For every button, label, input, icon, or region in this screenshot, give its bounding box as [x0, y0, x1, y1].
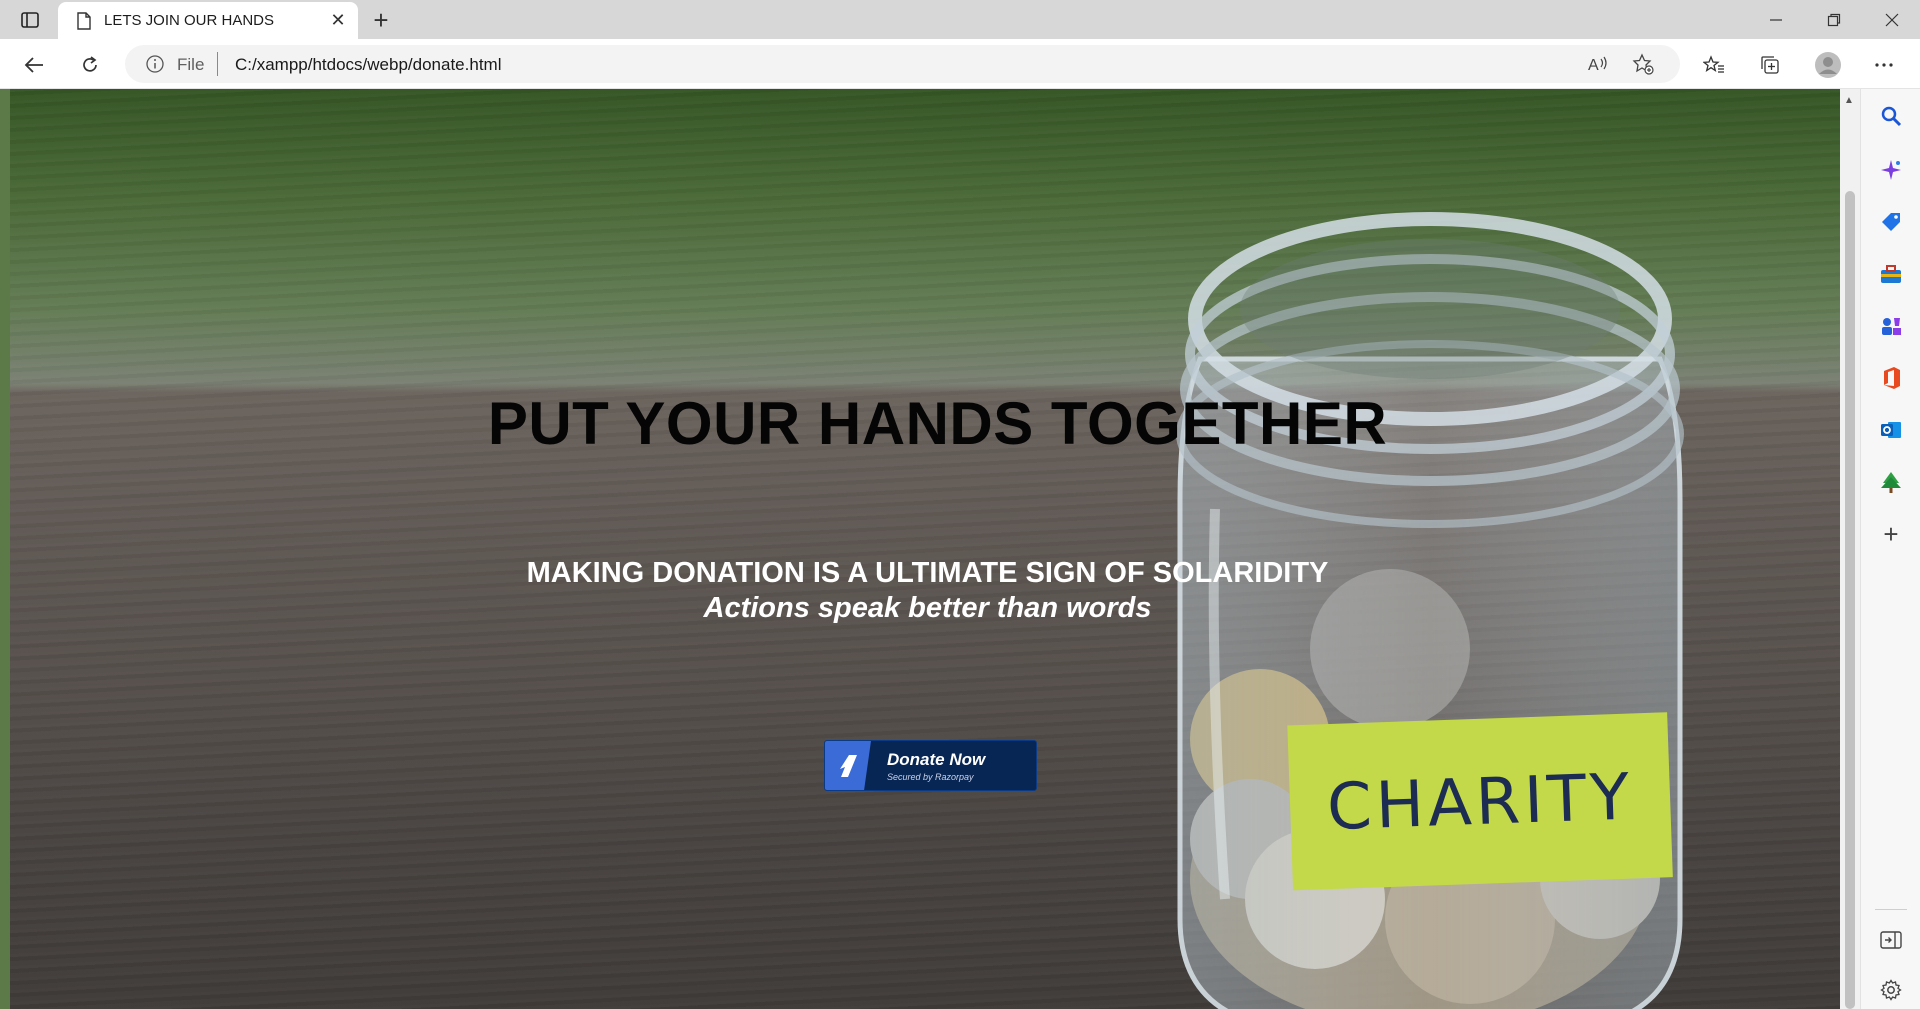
scroll-up-arrow-icon[interactable]: ▲	[1844, 95, 1854, 106]
minimize-icon	[1770, 18, 1782, 21]
page-scrollbar[interactable]: ▲	[1840, 89, 1860, 1009]
donate-now-button[interactable]: Donate Now Secured by Razorpay	[824, 740, 1037, 791]
tree-icon[interactable]	[1878, 469, 1904, 495]
outlook-icon[interactable]	[1878, 417, 1904, 443]
minimize-button[interactable]	[1748, 0, 1804, 39]
collections-icon	[1761, 56, 1779, 74]
close-window-button[interactable]	[1864, 0, 1920, 39]
document-icon	[74, 11, 94, 31]
profile-button[interactable]	[1811, 48, 1845, 82]
avatar-icon	[1815, 52, 1841, 78]
search-icon[interactable]	[1878, 103, 1904, 129]
page-heading: PUT YOUR HANDS TOGETHER	[487, 390, 1388, 457]
new-tab-button[interactable]: +	[366, 5, 396, 35]
settings-icon[interactable]	[1878, 977, 1904, 1003]
close-tab-icon[interactable]: ✕	[324, 7, 352, 35]
scheme-label: File	[177, 55, 205, 74]
refresh-button[interactable]	[73, 48, 107, 82]
page-tagline: Actions speak better than words	[703, 592, 1152, 624]
page-subheading: MAKING DONATION IS A ULTIMATE SIGN OF SO…	[526, 557, 1329, 589]
svg-text:A: A	[1588, 57, 1599, 74]
donate-secured-text: Secured by Razorpay	[887, 771, 974, 782]
hide-sidebar-icon[interactable]	[1878, 927, 1904, 953]
sidebar-divider	[1875, 909, 1907, 910]
tab-title: LETS JOIN OUR HANDS	[104, 12, 275, 29]
edge-sidebar: +	[1860, 89, 1920, 1009]
scrollbar-thumb[interactable]	[1845, 191, 1855, 1009]
restore-button[interactable]	[1806, 0, 1862, 39]
settings-more-button[interactable]	[1867, 48, 1901, 82]
razorpay-logo-icon	[825, 741, 871, 790]
address-bar[interactable]: File C:/xampp/htdocs/webp/donate.html A	[125, 45, 1680, 83]
office-icon[interactable]	[1878, 365, 1904, 391]
shopping-icon[interactable]	[1878, 209, 1904, 235]
more-icon	[1875, 63, 1893, 67]
back-button[interactable]	[17, 48, 51, 82]
refresh-icon	[83, 56, 97, 72]
donate-button-label: Donate Now	[887, 749, 986, 769]
close-icon	[1885, 13, 1899, 26]
page-left-edge	[0, 89, 10, 1009]
url-text[interactable]: C:/xampp/htdocs/webp/donate.html	[235, 55, 501, 75]
collections-button[interactable]	[1753, 48, 1787, 82]
add-icon[interactable]: +	[1878, 519, 1904, 549]
tab-actions-icon	[21, 12, 39, 28]
tools-icon[interactable]	[1878, 261, 1904, 287]
browser-tab[interactable]: LETS JOIN OUR HANDS ✕	[58, 2, 358, 39]
favorites-icon	[1703, 55, 1724, 73]
page-viewport: CHARITY PUT YOUR HANDS TOGETHER MAKING D…	[10, 89, 1840, 1009]
read-aloud-icon[interactable]: A	[1585, 51, 1611, 77]
favorites-button[interactable]	[1697, 48, 1731, 82]
restore-icon	[1827, 13, 1841, 26]
games-icon[interactable]	[1878, 313, 1904, 339]
address-separator	[217, 52, 218, 76]
back-arrow-icon	[24, 57, 43, 73]
browser-toolbar: File C:/xampp/htdocs/webp/donate.html A	[0, 39, 1920, 89]
copilot-icon[interactable]	[1878, 157, 1904, 183]
info-icon[interactable]	[145, 54, 165, 74]
add-favorite-icon[interactable]	[1630, 51, 1656, 77]
tab-actions-button[interactable]	[14, 8, 46, 32]
tab-strip: LETS JOIN OUR HANDS ✕ +	[0, 0, 1920, 39]
jar-label-text: CHARITY	[1326, 761, 1635, 846]
